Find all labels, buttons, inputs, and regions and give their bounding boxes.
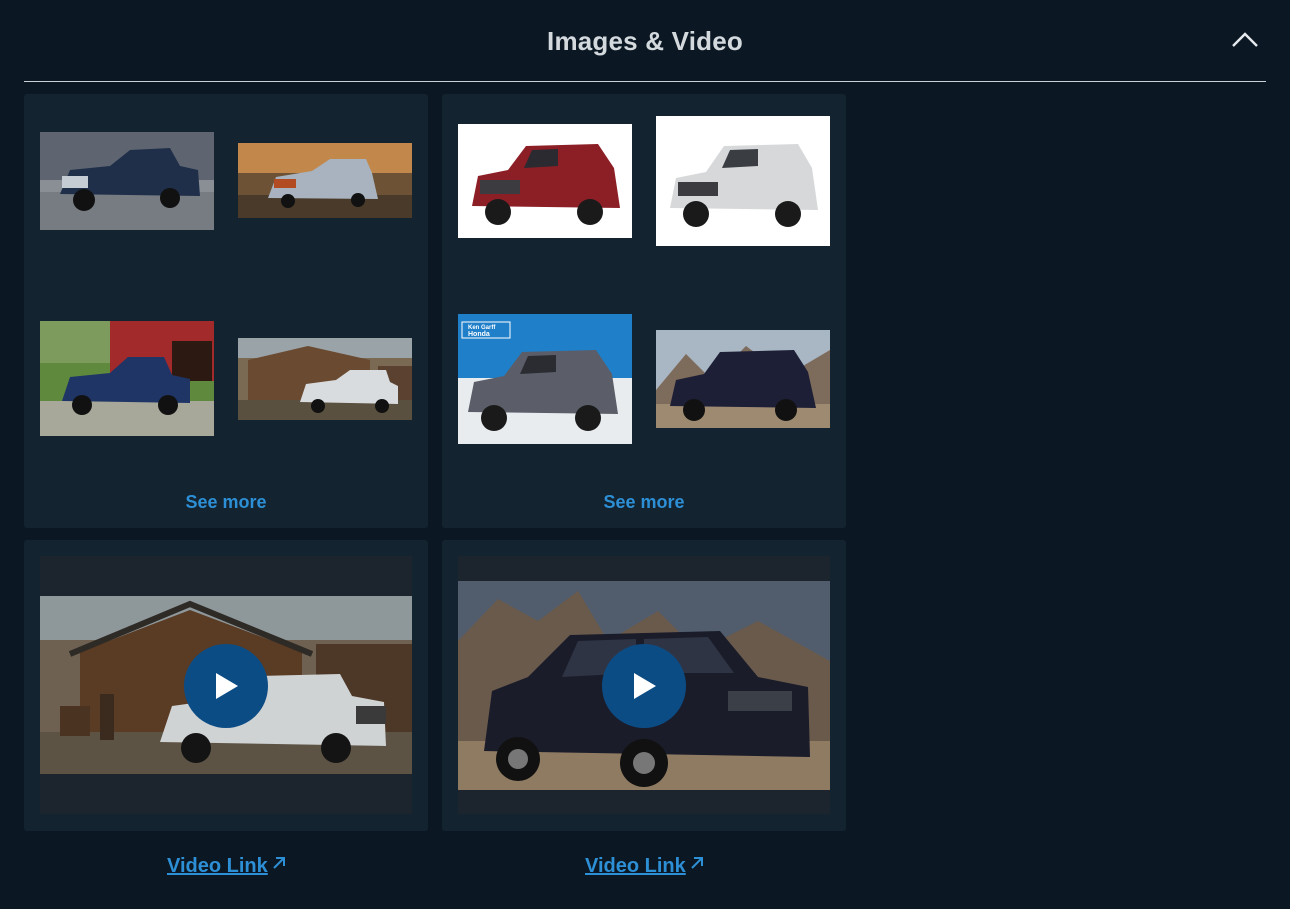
play-button[interactable] [602, 644, 686, 728]
dealer-banner-line2: Honda [468, 331, 490, 338]
image-thumbnail-truck-1[interactable] [40, 132, 214, 230]
video-card-truck [24, 540, 428, 831]
chevron-up-icon[interactable] [1230, 26, 1260, 52]
image-thumbnail-truck-2[interactable] [238, 143, 412, 218]
video-link[interactable]: Video Link [167, 853, 286, 878]
video-link[interactable]: Video Link [585, 853, 704, 878]
see-more-link[interactable]: See more [442, 492, 846, 513]
video-player[interactable] [40, 556, 412, 814]
image-thumbnail-suv-1[interactable] [458, 124, 632, 238]
image-thumbnail-suv-2[interactable] [656, 116, 830, 246]
image-card-suv: Ken Garff Honda See more [442, 94, 846, 528]
see-more-link[interactable]: See more [24, 492, 428, 513]
play-icon [634, 673, 656, 699]
play-button[interactable] [184, 644, 268, 728]
play-icon [216, 673, 238, 699]
video-card-suv [442, 540, 846, 831]
image-thumbnail-suv-3[interactable]: Ken Garff Honda [458, 314, 632, 444]
images-video-panel: Images & Video See more Ken Garff Honda … [0, 0, 1290, 909]
image-card-truck: See more [24, 94, 428, 528]
section-title: Images & Video [547, 26, 743, 56]
image-thumbnail-truck-3[interactable] [40, 321, 214, 436]
external-link-icon [272, 853, 286, 876]
image-thumbnail-suv-4[interactable] [656, 330, 830, 428]
external-link-icon [690, 853, 704, 876]
section-header: Images & Video [24, 0, 1266, 82]
video-link-label: Video Link [585, 855, 686, 877]
image-thumbnail-truck-4[interactable] [238, 338, 412, 420]
video-link-label: Video Link [167, 855, 268, 877]
video-player[interactable] [458, 556, 830, 814]
